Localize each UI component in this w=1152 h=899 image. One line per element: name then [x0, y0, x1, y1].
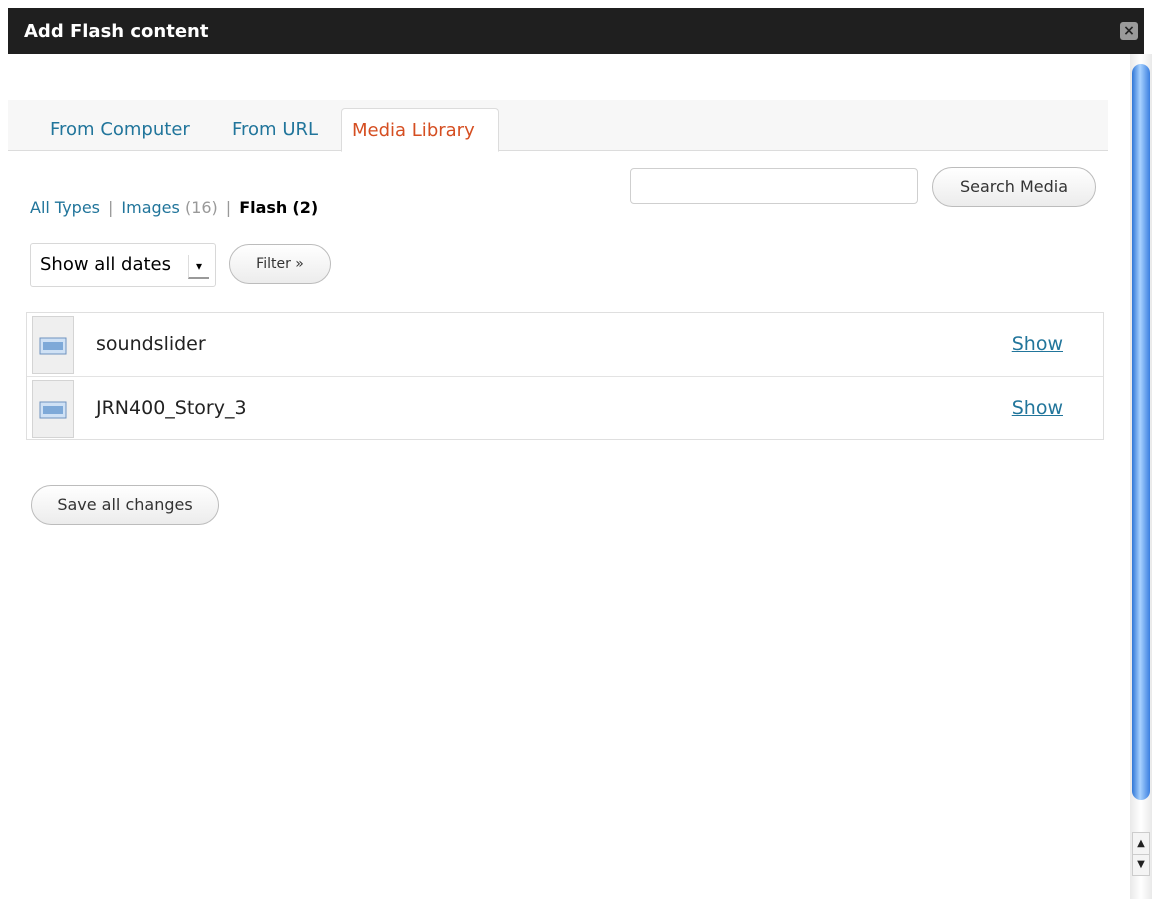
tab-from-computer[interactable]: From Computer: [38, 108, 206, 150]
dialog-titlebar: Add Flash content ×: [8, 8, 1144, 54]
show-link[interactable]: Show: [1012, 333, 1063, 355]
media-item-row: soundslider Show: [27, 313, 1103, 377]
scroll-arrows: ▲ ▼: [1132, 832, 1150, 876]
date-filter-select[interactable]: Show all dates ▾: [30, 243, 216, 287]
filter-images-count: (16): [184, 198, 218, 217]
tab-media-library[interactable]: Media Library: [341, 108, 499, 152]
dialog-title: Add Flash content: [24, 21, 209, 42]
search-media-button[interactable]: Search Media: [932, 167, 1096, 207]
filter-all-types[interactable]: All Types: [30, 198, 100, 217]
media-tabs: From Computer From URL Media Library: [8, 100, 1108, 152]
filter-separator: |: [225, 198, 232, 217]
media-item-title: soundslider: [96, 333, 206, 355]
filter-button[interactable]: Filter »: [229, 244, 331, 284]
flash-file-icon: [32, 316, 74, 374]
show-link[interactable]: Show: [1012, 397, 1063, 419]
filter-flash-count: (2): [292, 198, 319, 217]
search-input[interactable]: [630, 168, 918, 204]
media-item-title: JRN400_Story_3: [96, 397, 247, 419]
date-filter-selected: Show all dates: [40, 254, 172, 275]
type-filters: All Types | Images (16) | Flash (2): [30, 198, 318, 217]
dropdown-arrow-icon: ▾: [188, 255, 209, 279]
tab-label: From Computer: [50, 119, 190, 140]
media-item-row: JRN400_Story_3 Show: [27, 377, 1103, 440]
filter-flash[interactable]: Flash: [239, 198, 287, 217]
tab-label: From URL: [232, 119, 319, 140]
scroll-up-arrow-icon[interactable]: ▲: [1133, 833, 1149, 855]
media-items-list: soundslider Show JRN400_Story_3 Show: [26, 312, 1104, 440]
save-all-changes-button[interactable]: Save all changes: [31, 485, 219, 525]
scroll-thumb[interactable]: [1132, 64, 1150, 800]
close-icon[interactable]: ×: [1120, 22, 1138, 40]
tab-label: Media Library: [352, 120, 475, 141]
filter-separator: |: [108, 198, 114, 217]
dialog-content: From Computer From URL Media Library All…: [8, 54, 1130, 899]
flash-file-icon: [32, 380, 74, 438]
filter-images[interactable]: Images: [121, 198, 179, 217]
vertical-scrollbar[interactable]: ▲ ▼: [1130, 54, 1152, 899]
tab-from-url[interactable]: From URL: [220, 108, 334, 150]
scroll-down-arrow-icon[interactable]: ▼: [1133, 854, 1149, 875]
